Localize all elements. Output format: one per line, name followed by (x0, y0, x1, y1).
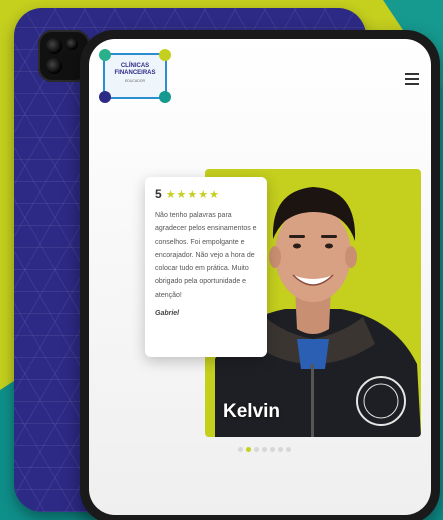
carousel-dot[interactable] (270, 447, 275, 452)
star-rating-icon: ★★★★★ (165, 188, 220, 201)
carousel-dot[interactable] (286, 447, 291, 452)
menu-bar (405, 83, 419, 85)
testimonial-card[interactable]: 5 ★★★★★ Não tenho palavras para agradece… (145, 177, 267, 357)
hamburger-icon[interactable] (405, 73, 419, 85)
logo-title: CLÍNICAS FINANCEIRAS (114, 63, 156, 76)
camera-lens-icon (46, 58, 62, 74)
logo-dot (159, 91, 171, 103)
testimonial-text: Não tenho palavras para agradecer pelos … (155, 212, 257, 299)
menu-bar (405, 78, 419, 80)
carousel-dot[interactable] (278, 447, 283, 452)
camera-lens-icon (66, 38, 78, 50)
carousel-dot[interactable] (238, 447, 243, 452)
brand-logo[interactable]: CLÍNICAS FINANCEIRAS EDUCADOR (99, 49, 171, 103)
testimonial-author: Gabriel (155, 310, 180, 318)
logo-subtitle: EDUCADOR (124, 79, 146, 83)
carousel-pagination (238, 447, 294, 452)
rating-value: 5 (155, 187, 162, 201)
carousel-dot[interactable] (246, 447, 251, 452)
logo-dot (99, 49, 111, 61)
carousel-dot[interactable] (254, 447, 259, 452)
tablet-screen: CLÍNICAS FINANCEIRAS EDUCADOR Kelvin 5 ★… (89, 39, 431, 515)
camera-lens-icon (46, 38, 62, 54)
featured-person-name: Kelvin (223, 401, 281, 422)
tablet-front-device: CLÍNICAS FINANCEIRAS EDUCADOR Kelvin 5 ★… (80, 30, 440, 520)
menu-bar (405, 73, 419, 75)
rating-row: 5 ★★★★★ (155, 187, 257, 201)
logo-dot (99, 91, 111, 103)
carousel-dot[interactable] (262, 447, 267, 452)
logo-dot (159, 49, 171, 61)
